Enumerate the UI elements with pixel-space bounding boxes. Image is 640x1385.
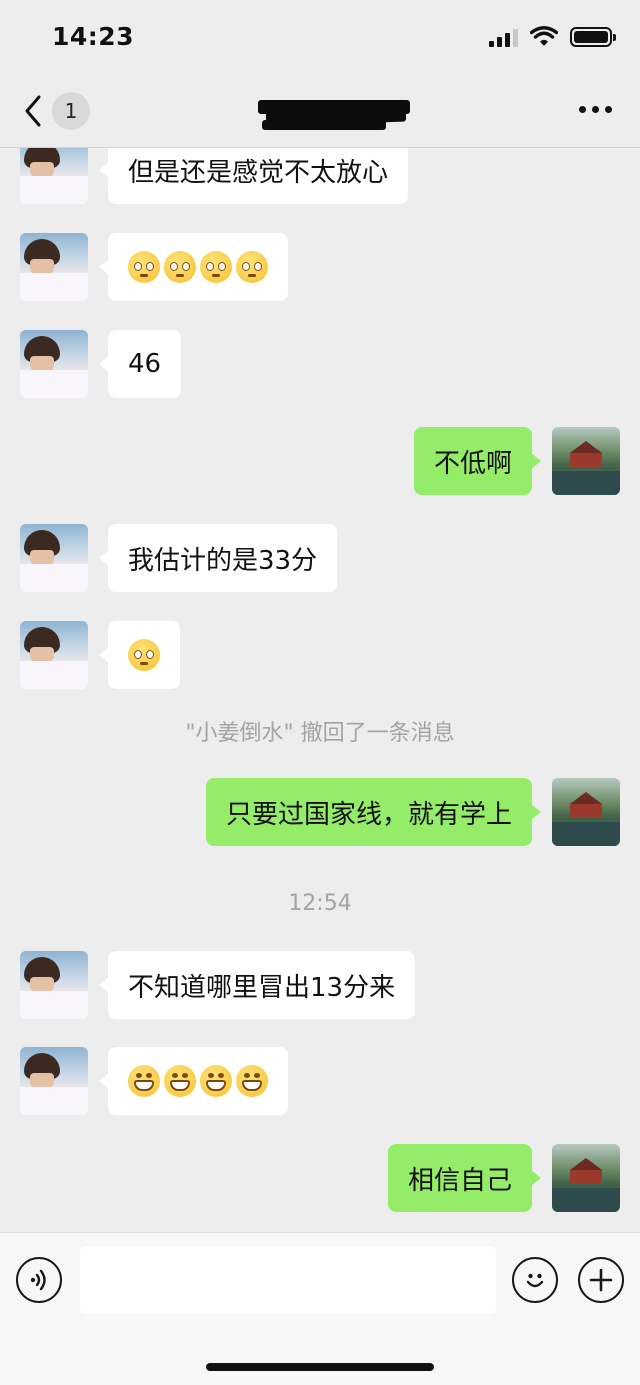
more-functions-button[interactable]	[578, 1257, 624, 1303]
message-bubble[interactable]	[99, 621, 180, 689]
more-options-button[interactable]	[579, 106, 612, 113]
message-text: 但是还是感觉不太放心	[128, 157, 389, 188]
worried-face-icon	[200, 251, 232, 283]
chat-header: 1	[0, 80, 640, 148]
message-bubble[interactable]: 46	[98, 330, 182, 398]
chat-title-redacted	[258, 94, 410, 132]
status-bar: 14:23	[0, 0, 640, 80]
message-row: 相信自己	[368, 1144, 620, 1212]
message-text: 46	[128, 349, 162, 379]
message-row: 但是还是感觉不太放心	[20, 148, 428, 204]
message-bubble[interactable]: 但是还是感觉不太放心	[98, 148, 409, 204]
back-button[interactable]: 1	[22, 92, 90, 130]
message-text: 不知道哪里冒出13分来	[128, 972, 396, 1003]
friend-avatar[interactable]	[20, 233, 88, 301]
friend-avatar[interactable]	[20, 951, 88, 1019]
recall-notice: "小姜倒水" 撤回了一条消息	[185, 721, 455, 746]
voice-icon	[30, 1269, 46, 1291]
smiley-icon	[526, 1273, 544, 1288]
message-timestamp: 12:54	[288, 891, 352, 916]
message-bubble[interactable]: 不低啊	[413, 427, 542, 495]
message-text: 我估计的是33分	[128, 545, 318, 576]
friend-avatar[interactable]	[20, 1047, 88, 1115]
worried-face-icon	[128, 251, 160, 283]
wifi-icon	[530, 26, 558, 46]
message-text: 只要过国家线，就有学上	[225, 799, 512, 830]
message-row: 不知道哪里冒出13分来	[20, 951, 435, 1019]
message-row	[20, 1047, 308, 1115]
emoji-row	[128, 639, 160, 671]
chat-message-list[interactable]: 但是还是感觉不太放心 46 不低啊 我估计的是33分 "小姜倒水" 撤回了一条消…	[0, 148, 640, 1232]
my-avatar[interactable]	[552, 1144, 620, 1212]
emoji-row	[128, 251, 268, 283]
message-row: 不低啊	[394, 427, 620, 495]
worried-face-icon	[236, 251, 268, 283]
friend-avatar[interactable]	[20, 148, 88, 204]
emoji-row	[128, 1065, 268, 1097]
chevron-left-icon	[25, 95, 41, 127]
message-bubble[interactable]: 相信自己	[387, 1144, 542, 1212]
grinning-face-icon	[200, 1065, 232, 1097]
battery-icon	[570, 27, 616, 47]
message-row: 只要过国家线，就有学上	[186, 778, 620, 846]
message-bubble[interactable]	[99, 1047, 288, 1115]
message-bubble[interactable]: 我估计的是33分	[98, 524, 338, 592]
message-bubble[interactable]: 只要过国家线，就有学上	[205, 778, 542, 846]
message-bubble[interactable]: 不知道哪里冒出13分来	[98, 951, 416, 1019]
friend-avatar[interactable]	[20, 330, 88, 398]
home-indicator	[206, 1363, 434, 1371]
friend-avatar[interactable]	[20, 524, 88, 592]
plus-icon	[589, 1268, 613, 1292]
message-text: 不低啊	[433, 448, 512, 479]
grinning-face-icon	[164, 1065, 196, 1097]
cellular-signal-icon	[489, 27, 518, 47]
emoji-button[interactable]	[512, 1257, 558, 1303]
message-bubble[interactable]	[99, 233, 288, 301]
voice-input-button[interactable]	[16, 1257, 62, 1303]
my-avatar[interactable]	[552, 427, 620, 495]
status-icons	[489, 26, 616, 48]
friend-avatar[interactable]	[20, 621, 88, 689]
message-row	[20, 233, 308, 301]
worried-face-icon	[164, 251, 196, 283]
status-time: 14:23	[52, 22, 135, 51]
worried-face-icon	[128, 639, 160, 671]
grinning-face-icon	[236, 1065, 268, 1097]
my-avatar[interactable]	[552, 778, 620, 846]
unread-badge: 1	[52, 92, 90, 130]
input-bar	[0, 1232, 640, 1385]
message-row	[20, 621, 200, 689]
message-row: 我估计的是33分	[20, 524, 357, 592]
grinning-face-icon	[128, 1065, 160, 1097]
message-row: 46	[20, 330, 201, 398]
message-input[interactable]	[80, 1246, 496, 1314]
message-text: 相信自己	[407, 1165, 512, 1196]
